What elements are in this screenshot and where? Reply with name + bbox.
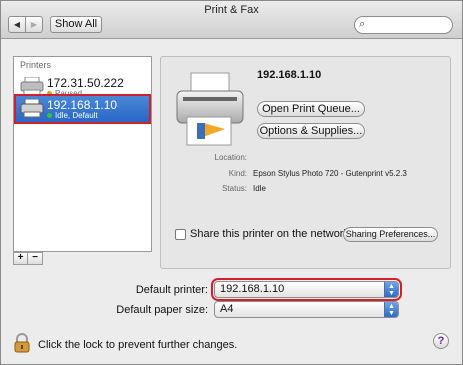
printer-list-header: Printers (20, 60, 52, 70)
printer-name: 172.31.50.222 (47, 76, 124, 90)
search-icon: ⌕ (359, 18, 366, 30)
forward-icon[interactable]: ▶ (25, 17, 42, 32)
default-printer-label: Default printer: (135, 284, 208, 296)
remove-printer-button[interactable]: − (28, 252, 43, 265)
options-supplies-button[interactable]: Options & Supplies... (257, 123, 365, 139)
printer-large-icon (176, 72, 244, 146)
printer-detail-panel: 192.168.1.10 Open Print Queue... Options… (160, 56, 451, 269)
title-bar: Print & Fax ◀ ▶ Show All ⌕ (1, 1, 462, 39)
nav-buttons: ◀ ▶ (8, 16, 43, 33)
printer-status-text: Idle, Default (55, 111, 98, 120)
open-print-queue-button[interactable]: Open Print Queue... (257, 101, 365, 117)
popup-arrows-icon: ▲ ▼ (384, 282, 398, 297)
search-input[interactable]: ⌕ (354, 16, 453, 34)
default-printer-value: 192.168.1.10 (220, 283, 285, 295)
status-dot-idle (47, 113, 52, 119)
lock-icon[interactable] (13, 333, 31, 353)
share-printer-label[interactable]: Share this printer on the network (190, 228, 349, 240)
kind-label: Kind: (228, 169, 247, 178)
printer-list-footer: + − (13, 252, 152, 265)
window-title: Print & Fax (204, 4, 259, 16)
printer-list: Printers 172.31.50.222 Paused 192.168.1.… (13, 56, 152, 252)
lock-message: Click the lock to prevent further change… (38, 339, 238, 351)
printer-detail-name: 192.168.1.10 (257, 69, 322, 81)
print-fax-window: Print & Fax ◀ ▶ Show All ⌕ Printers 172.… (0, 0, 463, 365)
printer-item-192-168-1-10[interactable]: 192.168.1.10 Idle, Default (14, 94, 151, 124)
location-label: Location: (214, 153, 247, 162)
default-paper-size-value: A4 (220, 303, 234, 315)
default-printer-popup[interactable]: 192.168.1.10 ▲ ▼ (211, 278, 402, 301)
printer-icon (20, 77, 44, 96)
popup-arrows-icon: ▲ ▼ (384, 302, 398, 317)
printer-name: 192.168.1.10 (47, 98, 118, 112)
printer-icon (20, 99, 44, 118)
back-icon[interactable]: ◀ (9, 17, 25, 32)
status-label: Status: (222, 184, 247, 193)
add-printer-button[interactable]: + (13, 252, 28, 265)
share-printer-checkbox[interactable] (175, 229, 186, 240)
sharing-preferences-button[interactable]: Sharing Preferences... (343, 227, 438, 242)
default-paper-size-label: Default paper size: (116, 304, 208, 316)
kind-value: Epson Stylus Photo 720 - Gutenprint v5.2… (253, 169, 407, 178)
printer-status: Idle, Default (47, 111, 98, 120)
help-button[interactable]: ? (433, 333, 449, 349)
status-value: Idle (253, 184, 266, 193)
default-paper-size-popup[interactable]: A4 ▲ ▼ (214, 301, 399, 318)
show-all-button[interactable]: Show All (50, 16, 102, 33)
